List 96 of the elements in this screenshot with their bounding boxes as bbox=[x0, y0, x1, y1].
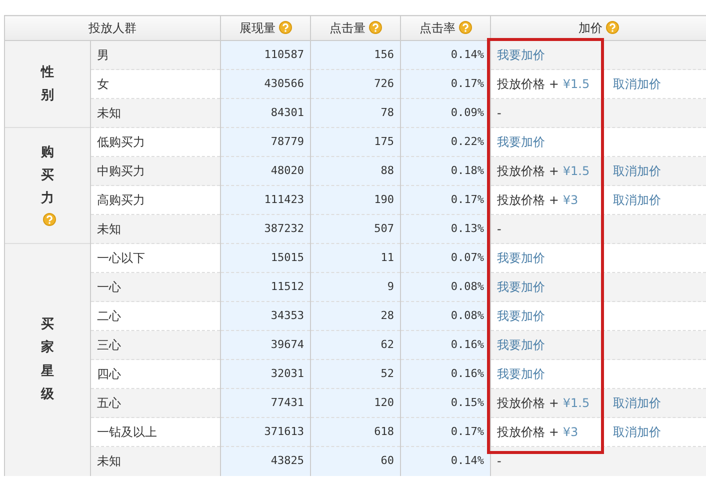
add-bid-link[interactable]: 我要加价 bbox=[497, 48, 545, 62]
cancel-bid-link[interactable]: 取消加价 bbox=[612, 396, 661, 410]
table-cell: 78 bbox=[310, 98, 400, 128]
help-icon[interactable] bbox=[458, 21, 472, 34]
table-cell: 三心 bbox=[90, 330, 220, 360]
column-header: 投放人群 bbox=[4, 16, 220, 40]
header-label: 点击量 bbox=[330, 21, 366, 35]
help-icon[interactable] bbox=[42, 212, 56, 226]
table-cell: 0.17% bbox=[400, 70, 490, 98]
group-label: 购买力 bbox=[41, 144, 54, 208]
table-cell: 28 bbox=[310, 302, 400, 330]
table-cell: 0.08% bbox=[400, 302, 490, 330]
price-label: 投放价格 bbox=[497, 425, 545, 439]
cancel-bid-link[interactable]: 取消加价 bbox=[612, 425, 661, 439]
table-cell: 0.22% bbox=[400, 128, 490, 156]
cancel-bid-link[interactable]: 取消加价 bbox=[612, 193, 661, 207]
price-amount: ¥1.5 bbox=[562, 395, 591, 412]
header-label: 展现量 bbox=[240, 21, 276, 35]
dash-text: - bbox=[497, 106, 502, 120]
table-cell: 0.13% bbox=[400, 214, 490, 244]
table-cell: 190 bbox=[310, 186, 400, 214]
table-cell: 507 bbox=[310, 214, 400, 244]
header-label: 点击率 bbox=[420, 21, 456, 35]
table-cell: 一心 bbox=[90, 272, 220, 302]
table-cell: 618 bbox=[310, 418, 400, 446]
table-cell: 111423 bbox=[220, 186, 310, 214]
table-cell: 9 bbox=[310, 272, 400, 302]
table-cell: 84301 bbox=[220, 98, 310, 128]
table-cell: 0.17% bbox=[400, 186, 490, 214]
table-cell: 11512 bbox=[220, 272, 310, 302]
table-cell: 11 bbox=[310, 244, 400, 272]
table-cell: 110587 bbox=[220, 40, 310, 70]
table-cell: 0.18% bbox=[400, 156, 490, 186]
dash-text: - bbox=[497, 454, 502, 468]
table-cell: 0.14% bbox=[400, 446, 490, 476]
price-amount: ¥3 bbox=[562, 192, 580, 209]
table-cell: 77431 bbox=[220, 388, 310, 418]
table-cell: 34353 bbox=[220, 302, 310, 330]
table-cell: 0.17% bbox=[400, 418, 490, 446]
table-cell: 120 bbox=[310, 388, 400, 418]
help-icon[interactable] bbox=[368, 21, 382, 34]
table-cell: 中购买力 bbox=[90, 156, 220, 186]
price-label: 投放价格 bbox=[497, 77, 545, 91]
table-cell: 43825 bbox=[220, 446, 310, 476]
add-bid-link[interactable]: 我要加价 bbox=[497, 280, 545, 294]
table-cell: 0.08% bbox=[400, 272, 490, 302]
table-cell: 60 bbox=[310, 446, 400, 476]
plus-sign: + bbox=[548, 425, 559, 439]
cancel-bid-link[interactable]: 取消加价 bbox=[612, 164, 661, 178]
add-bid-link[interactable]: 我要加价 bbox=[497, 251, 545, 265]
group-label: 性别 bbox=[41, 64, 54, 105]
add-bid-link[interactable]: 我要加价 bbox=[497, 338, 545, 352]
table-cell: 未知 bbox=[90, 446, 220, 476]
table-cell: 0.14% bbox=[400, 40, 490, 70]
add-bid-link[interactable]: 我要加价 bbox=[497, 309, 545, 323]
table-cell: 0.07% bbox=[400, 244, 490, 272]
help-icon[interactable] bbox=[278, 21, 292, 34]
help-icon[interactable] bbox=[606, 21, 618, 34]
price-amount: ¥1.5 bbox=[562, 76, 591, 93]
table-cell: 0.16% bbox=[400, 360, 490, 388]
cancel-bid-link[interactable]: 取消加价 bbox=[612, 77, 661, 91]
table-cell: 62 bbox=[310, 330, 400, 360]
price-amount: ¥1.5 bbox=[562, 163, 591, 180]
table-cell: 371613 bbox=[220, 418, 310, 446]
plus-sign: + bbox=[548, 193, 559, 207]
table-cell: 15015 bbox=[220, 244, 310, 272]
table-cell: 0.15% bbox=[400, 388, 490, 418]
table-cell: 175 bbox=[310, 128, 400, 156]
plus-sign: + bbox=[548, 396, 559, 410]
table-cell: 48020 bbox=[220, 156, 310, 186]
header-label: 加价 bbox=[578, 21, 602, 35]
add-bid-link[interactable]: 我要加价 bbox=[497, 135, 545, 149]
table-cell: 五心 bbox=[90, 388, 220, 418]
price-label: 投放价格 bbox=[497, 193, 545, 207]
table-cell: 39674 bbox=[220, 330, 310, 360]
price-label: 投放价格 bbox=[497, 164, 545, 178]
plus-sign: + bbox=[548, 164, 559, 178]
table-cell: 52 bbox=[310, 360, 400, 388]
plus-sign: + bbox=[548, 77, 559, 91]
table-cell: 0.09% bbox=[400, 98, 490, 128]
table-cell: 726 bbox=[310, 70, 400, 98]
table-cell: 未知 bbox=[90, 98, 220, 128]
price-label: 投放价格 bbox=[497, 396, 545, 410]
group-label: 买家星级 bbox=[41, 316, 54, 404]
table-cell: 78779 bbox=[220, 128, 310, 156]
table-cell: 430566 bbox=[220, 70, 310, 98]
table-cell: 88 bbox=[310, 156, 400, 186]
dash-text: - bbox=[497, 222, 502, 236]
table-cell: 未知 bbox=[90, 214, 220, 244]
table-cell: 32031 bbox=[220, 360, 310, 388]
table-cell: 男 bbox=[90, 40, 220, 70]
table-cell: 156 bbox=[310, 40, 400, 70]
add-bid-link[interactable]: 我要加价 bbox=[497, 367, 545, 381]
table-cell: 0.16% bbox=[400, 330, 490, 360]
price-amount: ¥3 bbox=[562, 424, 580, 441]
table-cell: 387232 bbox=[220, 214, 310, 244]
